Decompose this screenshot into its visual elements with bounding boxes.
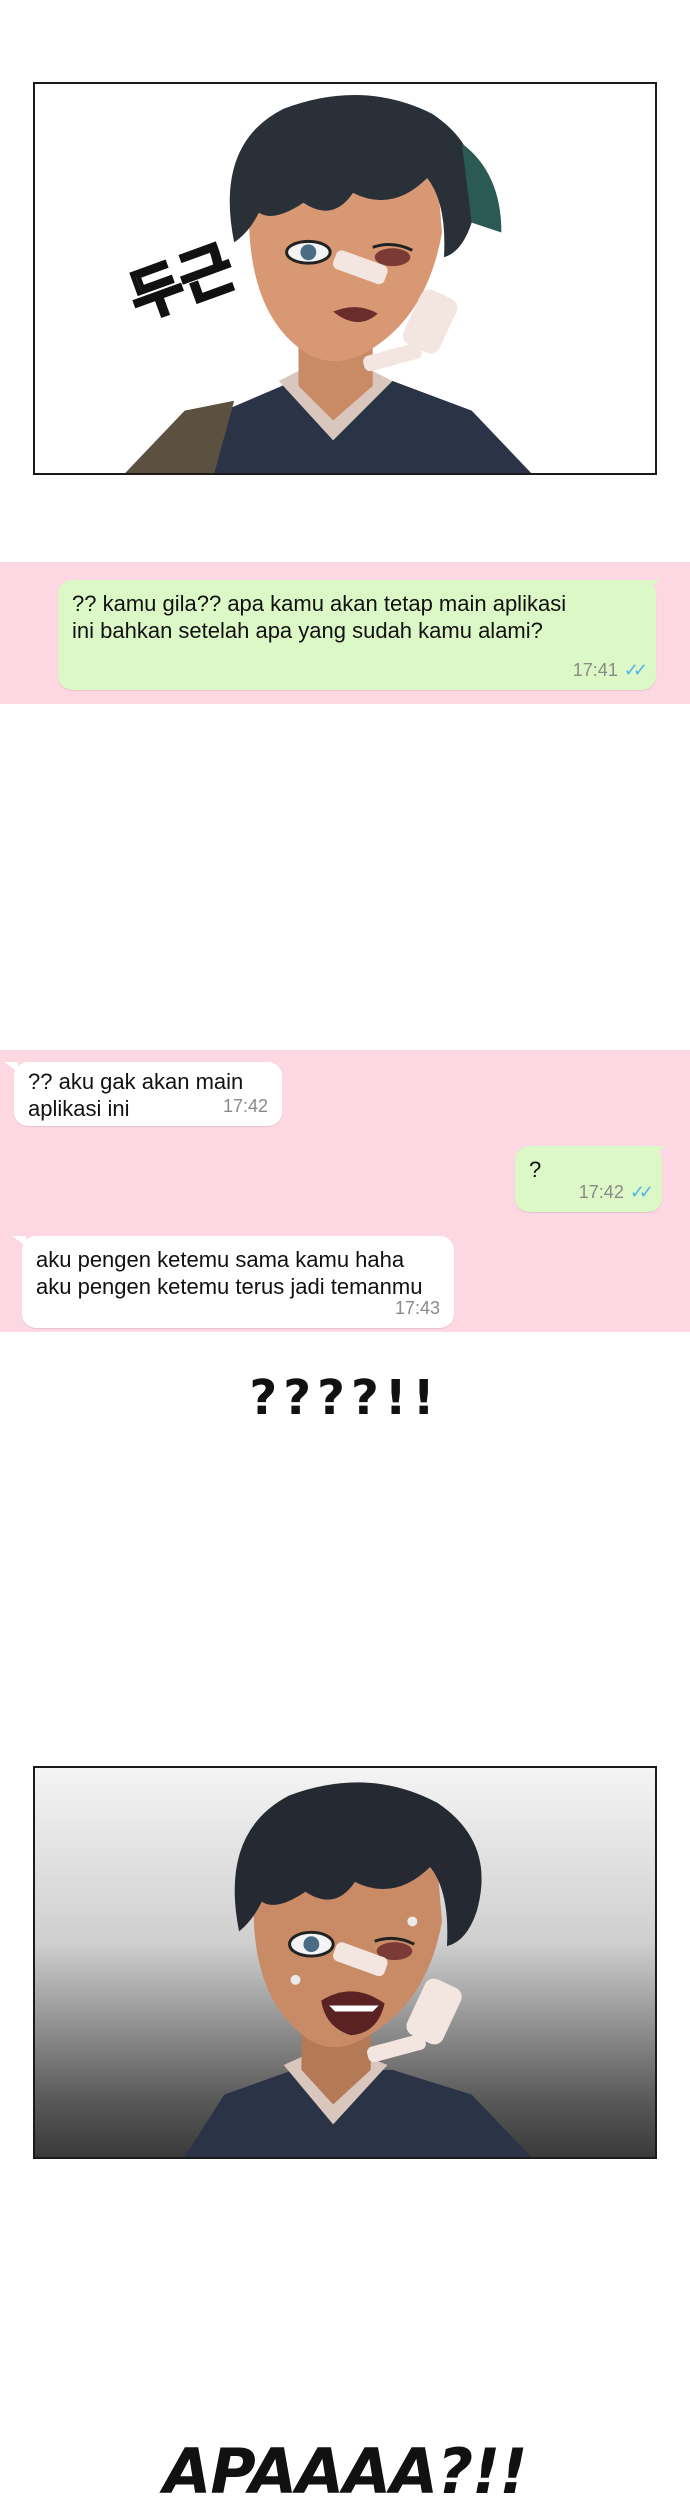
startled-face-illustration: 두근 — [119, 95, 532, 473]
message-time: 17:43 — [394, 1298, 440, 1318]
message-text-line: ini bahkan setelah apa yang sudah kamu a… — [72, 618, 543, 643]
message-text-line: aku pengen ketemu terus jadi temanmu — [36, 1274, 423, 1299]
double-check-icon: ✓✓ — [623, 660, 648, 680]
exclamation-text: ????!! — [249, 1370, 441, 1426]
message-time: 17:41 — [572, 660, 618, 680]
outgoing-message: ?? kamu gila?? apa kamu akan tetap main … — [58, 580, 656, 690]
message-meta: 17:42 ✓✓ — [578, 1179, 654, 1206]
bubble-tail — [646, 580, 660, 590]
svg-text:두근: 두근 — [121, 233, 243, 332]
shocked-face-illustration — [184, 1782, 532, 2157]
sfx-heartbeat: 두근 — [119, 232, 244, 334]
message-time: 17:42 — [578, 1182, 624, 1202]
outgoing-message: ? 17:42 ✓✓ — [515, 1146, 662, 1212]
bubble-tail — [4, 1062, 18, 1072]
incoming-message: aku pengen ketemu sama kamu haha aku pen… — [22, 1236, 454, 1328]
shout-text: APAAAA?!! — [163, 2435, 527, 2508]
message-meta: 17:43 — [395, 1295, 440, 1322]
comic-panel-startled: 두근 — [33, 82, 657, 475]
chat-screenshot-2: ?? aku gak akan main aplikasi ini 17:42 … — [0, 1050, 690, 1332]
message-time: 17:42 — [222, 1096, 268, 1116]
bubble-tail — [652, 1146, 666, 1156]
message-text-line: aku pengen ketemu sama kamu haha — [36, 1247, 405, 1272]
message-text-line: ?? aku gak akan main — [28, 1069, 244, 1094]
chat-screenshot-1: ?? kamu gila?? apa kamu akan tetap main … — [0, 562, 690, 704]
message-meta: 17:41 ✓✓ — [572, 657, 648, 684]
incoming-message: ?? aku gak akan main aplikasi ini 17:42 — [14, 1062, 282, 1126]
message-text-line: ?? kamu gila?? apa kamu akan tetap main … — [72, 591, 567, 616]
double-check-icon: ✓✓ — [629, 1182, 654, 1202]
message-meta: 17:42 — [223, 1093, 268, 1120]
bubble-tail — [12, 1236, 26, 1246]
comic-panel-shocked — [33, 1766, 657, 2159]
